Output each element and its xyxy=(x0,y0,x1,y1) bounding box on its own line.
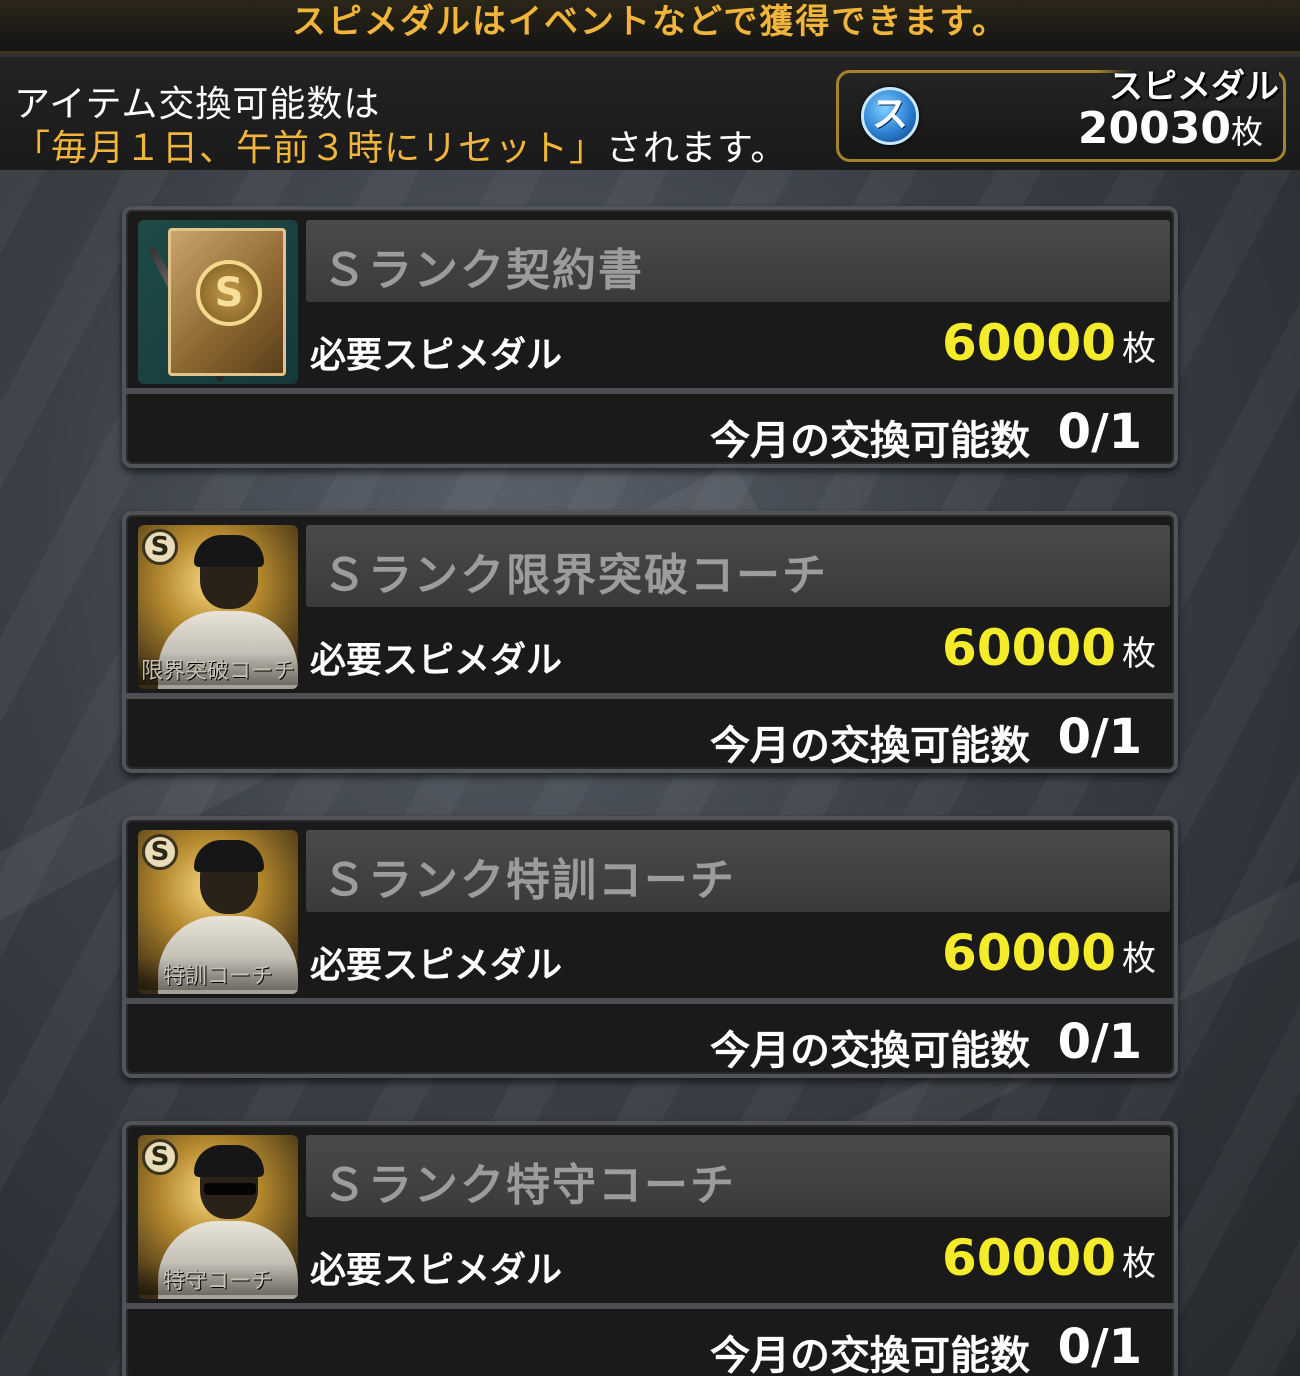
item-title: Ｓランク限界突破コーチ xyxy=(322,550,828,601)
contract-book-icon: S xyxy=(138,220,298,384)
cap-icon xyxy=(194,535,264,567)
banner-text: スピメダルはイベントなどで獲得できます。 xyxy=(292,2,1008,42)
monthly-limit-row: 今月の交換可能数 0/1 xyxy=(126,394,1174,464)
required-medal-value: 60000 枚 xyxy=(942,314,1156,372)
coach-portrait-icon: S 特守コーチ xyxy=(138,1135,298,1299)
monthly-limit-label: 今月の交換可能数 xyxy=(710,418,1030,464)
coach-portrait-icon: S 限界突破コーチ xyxy=(138,525,298,689)
monthly-limit-label: 今月の交換可能数 xyxy=(710,1028,1030,1074)
monthly-limit-value: 0/1 xyxy=(1057,1319,1142,1375)
s-rank-badge-icon: S xyxy=(142,529,178,565)
required-medal-amount: 60000 xyxy=(942,619,1116,677)
item-title: Ｓランク特守コーチ xyxy=(322,1160,736,1211)
required-medal-amount: 60000 xyxy=(942,1229,1116,1287)
sunglasses-icon xyxy=(204,1183,256,1195)
required-medal-value: 60000 枚 xyxy=(942,619,1156,677)
medal-balance-count: 20030枚 xyxy=(1078,103,1263,154)
exchange-item-card[interactable]: S 限界突破コーチ Ｓランク限界突破コーチ 必要スピメダル 60000 枚 今月の… xyxy=(122,511,1178,773)
item-title: Ｓランク契約書 xyxy=(322,245,644,296)
thumb-label: 限界突破コーチ xyxy=(138,653,298,685)
cap-icon xyxy=(194,840,264,872)
required-medal-label: 必要スピメダル xyxy=(310,640,563,681)
monthly-limit-row: 今月の交換可能数 0/1 xyxy=(126,1004,1174,1074)
medal-balance-box: スピメダル ス 20030枚 xyxy=(836,59,1286,162)
exchange-item-card[interactable]: S 特守コーチ Ｓランク特守コーチ 必要スピメダル 60000 枚 今月の交換可能… xyxy=(122,1121,1178,1376)
top-banner: スピメダルはイベントなどで獲得できます。 xyxy=(0,0,1300,54)
required-medal-label: 必要スピメダル xyxy=(310,945,563,986)
reset-info-suffix: されます。 xyxy=(606,128,788,169)
s-rank-badge-icon: S xyxy=(142,1139,178,1175)
monthly-limit-value: 0/1 xyxy=(1057,1014,1142,1070)
monthly-limit-value: 0/1 xyxy=(1057,709,1142,765)
medal-count-value: 20030 xyxy=(1077,103,1231,154)
required-medal-unit: 枚 xyxy=(1122,939,1156,979)
item-title: Ｓランク特訓コーチ xyxy=(322,855,736,906)
required-medal-amount: 60000 xyxy=(942,314,1116,372)
monthly-limit-row: 今月の交換可能数 0/1 xyxy=(126,699,1174,769)
required-medal-amount: 60000 xyxy=(942,924,1116,982)
exchange-item-card[interactable]: S 特訓コーチ Ｓランク特訓コーチ 必要スピメダル 60000 枚 今月の交換可能… xyxy=(122,816,1178,1078)
required-medal-label: 必要スピメダル xyxy=(310,1250,563,1291)
reset-schedule-highlight: 「毎月１日、午前３時にリセット」 xyxy=(14,128,607,169)
required-medal-unit: 枚 xyxy=(1122,1244,1156,1284)
medal-count-unit: 枚 xyxy=(1230,113,1263,151)
monthly-limit-label: 今月の交換可能数 xyxy=(710,1333,1030,1376)
s-rank-badge-icon: S xyxy=(142,834,178,870)
required-medal-value: 60000 枚 xyxy=(942,924,1156,982)
thumb-label: 特守コーチ xyxy=(138,1263,298,1295)
item-title-bar: Ｓランク限界突破コーチ xyxy=(306,525,1170,607)
coach-portrait-icon: S 特訓コーチ xyxy=(138,830,298,994)
monthly-limit-row: 今月の交換可能数 0/1 xyxy=(126,1309,1174,1376)
item-title-bar: Ｓランク特訓コーチ xyxy=(306,830,1170,912)
s-rank-seal-icon: S xyxy=(196,260,262,326)
monthly-limit-value: 0/1 xyxy=(1057,404,1142,460)
cap-icon xyxy=(194,1145,264,1177)
required-medal-label: 必要スピメダル xyxy=(310,335,563,376)
medal-balance-title: スピメダル xyxy=(1097,59,1279,108)
item-title-bar: Ｓランク契約書 xyxy=(306,220,1170,302)
required-medal-value: 60000 枚 xyxy=(942,1229,1156,1287)
monthly-limit-label: 今月の交換可能数 xyxy=(710,723,1030,769)
reset-info-line2: 「毎月１日、午前３時にリセット」されます。 xyxy=(14,119,787,171)
required-medal-unit: 枚 xyxy=(1122,329,1156,369)
thumb-label: 特訓コーチ xyxy=(138,958,298,990)
required-medal-unit: 枚 xyxy=(1122,634,1156,674)
exchange-item-card[interactable]: S Ｓランク契約書 必要スピメダル 60000 枚 今月の交換可能数 0/1 xyxy=(122,206,1178,468)
spi-medal-icon: ス xyxy=(861,87,919,145)
item-title-bar: Ｓランク特守コーチ xyxy=(306,1135,1170,1217)
